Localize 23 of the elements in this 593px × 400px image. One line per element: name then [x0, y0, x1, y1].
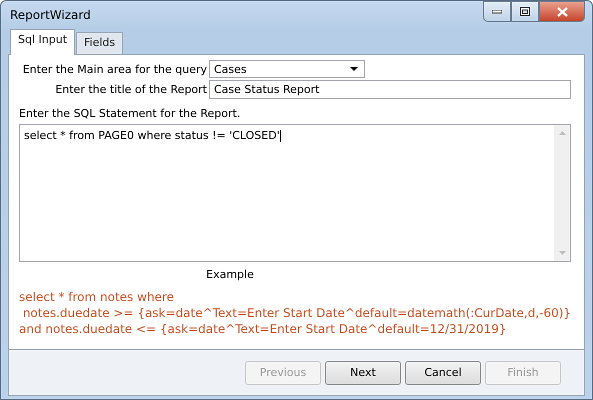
restore-icon — [520, 7, 530, 16]
close-icon — [556, 6, 568, 16]
scroll-up-icon — [558, 131, 566, 135]
minimize-icon — [492, 10, 502, 14]
wizard-button[interactable]: Next — [325, 360, 401, 384]
sql-label: Enter the SQL Statement for the Report. — [19, 107, 242, 120]
caret-icon — [350, 67, 358, 71]
field-label: Enter the Main area for the query — [22, 62, 207, 76]
main-area-dropdown[interactable]: Cases — [209, 60, 365, 78]
minimize-button[interactable] — [483, 1, 511, 22]
report-title-field[interactable]: Case Status Report — [209, 80, 571, 99]
sql-text-area[interactable]: select * from PAGE0 where status != 'CLOSED' — [19, 124, 571, 262]
restore-button[interactable] — [511, 1, 539, 22]
wizard-button[interactable]: Cancel — [405, 360, 481, 384]
field-label: Enter the title of the Report — [54, 83, 207, 96]
example-heading: Example — [205, 268, 255, 281]
close-button[interactable] — [539, 1, 585, 22]
scroll-down-icon — [558, 251, 566, 255]
tab[interactable]: Sql Input — [10, 29, 76, 55]
window-title: ReportWizard — [9, 8, 91, 22]
example-sql-text: select * from notes where notes.duedate >= {ask=date^Text=Enter Start Date^default=datemath(:CurDate,d,-60)} and notes.duedate <= {ask=date^Text=Enter Start Date^default=12/31/2019} — [19, 289, 571, 337]
tab[interactable]: Fields — [76, 32, 124, 54]
scrollbar[interactable] — [554, 125, 570, 261]
